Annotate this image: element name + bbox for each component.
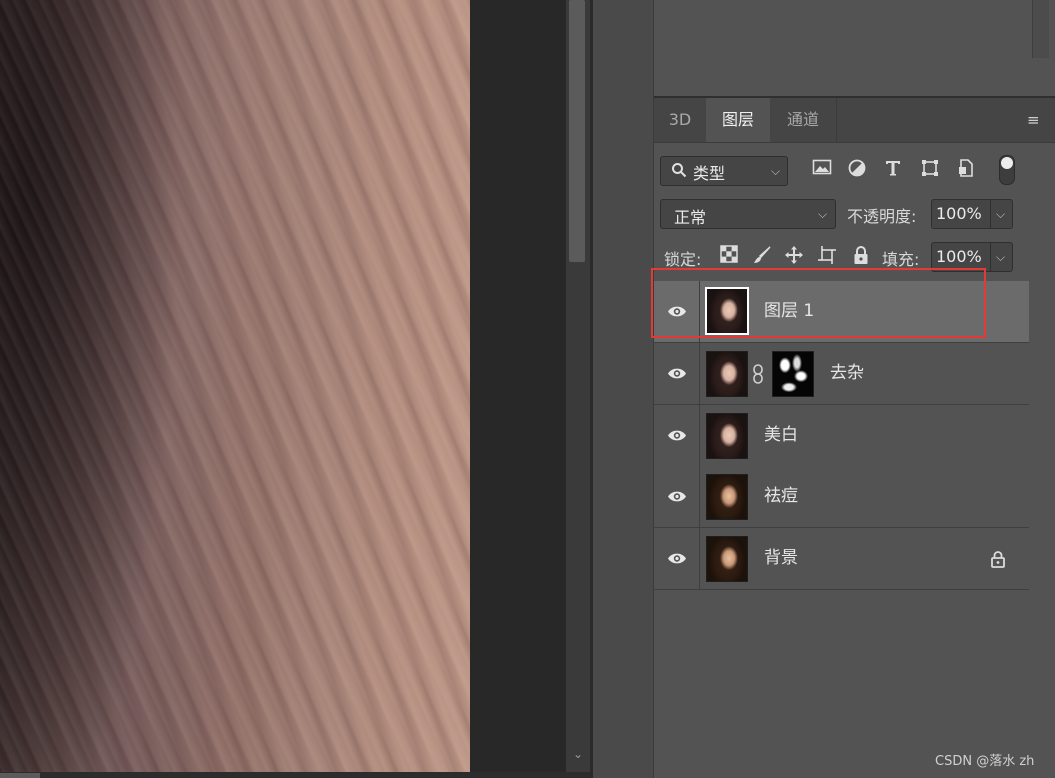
visibility-cell[interactable] [654, 405, 700, 466]
chevron-down-icon: ⌵ [771, 164, 781, 178]
tab-3d[interactable]: 3D [654, 98, 706, 142]
collapsed-panel-strip [593, 0, 654, 778]
opacity-label: 不透明度: [847, 207, 917, 226]
layer-thumbnail[interactable] [706, 351, 748, 397]
layer-row-qu-za[interactable]: 去杂 [654, 343, 1029, 405]
filter-type-layers-icon[interactable] [882, 158, 904, 180]
scroll-down-arrow-icon[interactable]: ⌄ [570, 746, 586, 762]
layer-row-background[interactable]: 背景 [654, 528, 1029, 590]
blend-mode-value: 正常 [674, 208, 707, 227]
watermark-text: CSDN @落水 zh [935, 754, 1035, 769]
lock-transparent-pixels-icon[interactable] [718, 245, 740, 267]
upper-panel [654, 0, 1055, 98]
upper-panel-scrollbar[interactable] [1032, 0, 1049, 58]
lock-artboard-icon[interactable] [816, 245, 838, 267]
filter-pixel-layers-icon[interactable] [811, 158, 833, 180]
lock-position-move-icon[interactable] [783, 245, 805, 267]
layers-list-scroll-gutter [1029, 280, 1055, 590]
search-icon [671, 162, 687, 178]
layer-thumbnail[interactable] [706, 536, 748, 582]
fill-slider-chevron-icon[interactable]: ⌵ [996, 250, 1005, 265]
layer-thumbnail[interactable] [706, 413, 748, 459]
layer-thumbnail[interactable] [706, 474, 748, 520]
filter-type-label: 类型 [693, 164, 726, 183]
filter-shape-layers-icon[interactable] [919, 158, 941, 180]
canvas-pasteboard [470, 0, 566, 772]
layer-name[interactable]: 背景 [764, 528, 798, 589]
document-canvas[interactable] [0, 0, 470, 772]
opacity-field[interactable]: 100% ⌵ [931, 199, 1013, 229]
canvas-horizontal-scroll-thumb[interactable] [0, 773, 40, 778]
tab-channels[interactable]: 通道 [770, 98, 837, 142]
layer-name[interactable]: 去杂 [830, 343, 864, 404]
canvas-horizontal-scrollbar[interactable] [0, 772, 590, 778]
filter-toggle-switch[interactable] [999, 155, 1015, 185]
eye-icon[interactable] [667, 552, 687, 565]
layer-filter-dropdown[interactable]: 类型 ⌵ [660, 156, 788, 186]
opacity-value[interactable]: 100% [936, 204, 982, 223]
layer-name[interactable]: 美白 [764, 405, 798, 466]
chevron-down-icon: ⌵ [818, 207, 828, 221]
blend-mode-dropdown[interactable]: 正常 ⌵ [660, 199, 836, 229]
filter-smart-objects-icon[interactable] [955, 158, 977, 180]
filter-adjustment-layers-icon[interactable] [846, 158, 868, 180]
visibility-cell[interactable] [654, 343, 700, 404]
canvas-vertical-scroll-thumb[interactable] [569, 0, 585, 262]
mask-link-chain-icon[interactable] [752, 363, 764, 385]
visibility-cell[interactable] [654, 466, 700, 527]
eye-icon[interactable] [667, 429, 687, 442]
panel-menu-icon[interactable]: ≡ [1027, 112, 1045, 128]
lock-label: 锁定: [664, 250, 702, 269]
layer-row-mei-bai[interactable]: 美白 [654, 405, 1029, 467]
layer-mask-thumbnail[interactable] [772, 351, 814, 397]
layer-lock-icon[interactable] [990, 550, 1006, 568]
visibility-cell[interactable] [654, 528, 700, 589]
fill-label: 填充: [882, 250, 920, 269]
annotation-highlight-box [651, 268, 986, 338]
tab-layers[interactable]: 图层 [706, 98, 770, 142]
lock-all-icon[interactable] [850, 245, 872, 267]
opacity-slider-chevron-icon[interactable]: ⌵ [996, 207, 1005, 222]
layer-row-qu-dou[interactable]: 祛痘 [654, 466, 1029, 528]
fill-value[interactable]: 100% [936, 247, 982, 266]
lock-image-pixels-brush-icon[interactable] [751, 245, 773, 267]
layer-name[interactable]: 祛痘 [764, 466, 798, 527]
eye-icon[interactable] [667, 367, 687, 380]
eye-icon[interactable] [667, 490, 687, 503]
